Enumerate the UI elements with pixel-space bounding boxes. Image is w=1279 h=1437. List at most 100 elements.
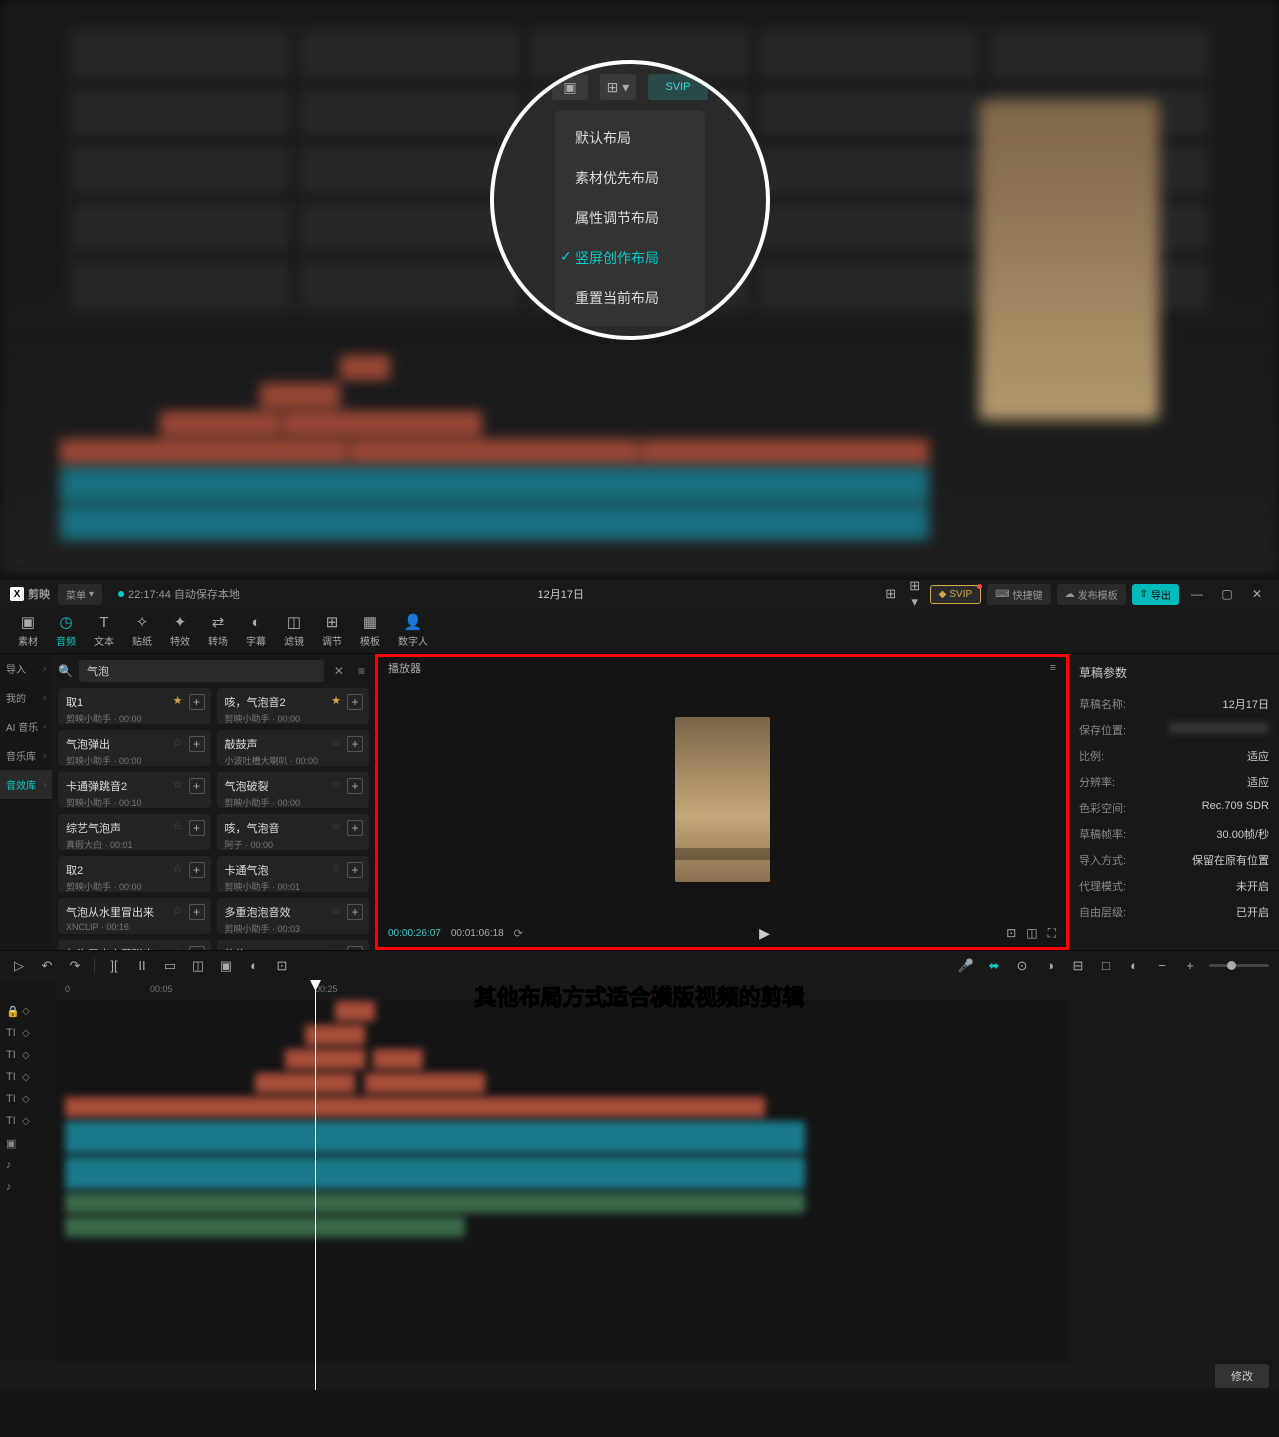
- layout-menu-item-reset[interactable]: 重置当前布局: [555, 278, 705, 318]
- add-asset-button[interactable]: +: [189, 820, 205, 836]
- star-icon[interactable]: ☆: [173, 862, 183, 875]
- preview-menu-icon[interactable]: ≡: [1050, 662, 1056, 674]
- ribbon-tab-音频[interactable]: ◷音频: [48, 609, 84, 652]
- layout-dropdown-icon[interactable]: ⊞ ▾: [600, 74, 636, 100]
- asset-card[interactable]: 卡通弹跳音2 剪映小助手 · 00:10 ☆ +: [58, 772, 211, 808]
- timeline-tool-icon[interactable]: ◐: [245, 958, 263, 973]
- star-icon[interactable]: ☆: [331, 778, 341, 791]
- timeline-tool-icon[interactable]: ◑: [1041, 958, 1059, 973]
- timeline-tool-icon[interactable]: □: [1097, 958, 1115, 973]
- track-header[interactable]: ♪: [0, 1154, 55, 1176]
- star-icon[interactable]: ☆: [331, 904, 341, 917]
- star-icon[interactable]: ☆: [173, 736, 183, 749]
- ribbon-tab-字幕[interactable]: ◐字幕: [238, 610, 274, 652]
- menu-button[interactable]: 菜单 ▾: [58, 584, 102, 605]
- timeline-tracks[interactable]: 0 00:05 00:25: [55, 980, 1069, 1390]
- asset-card[interactable]: 卡通气泡 剪映小助手 · 00:01 ☆ +: [217, 856, 370, 892]
- loop-icon[interactable]: ⟳: [514, 927, 523, 940]
- timeline-tool-icon[interactable]: ▣: [217, 958, 235, 974]
- sidebar-item[interactable]: AI 音乐›: [0, 712, 52, 741]
- star-icon[interactable]: ☆: [331, 820, 341, 833]
- track-header[interactable]: TI◇: [0, 1110, 55, 1132]
- timeline-tool-icon[interactable]: ⬌: [985, 958, 1003, 974]
- asset-card[interactable]: 综艺气泡声 真假大白 · 00:01 ☆ +: [58, 814, 211, 850]
- layout-dropdown-button[interactable]: ⊞ ▾: [906, 578, 924, 610]
- minimize-button[interactable]: —: [1185, 587, 1209, 601]
- layout-menu-item-vertical[interactable]: 竖屏创作布局: [555, 238, 705, 278]
- track-toggle-icon[interactable]: ◇: [22, 1006, 30, 1017]
- layout-menu-item-property[interactable]: 属性调节布局: [555, 198, 705, 238]
- add-asset-button[interactable]: +: [189, 946, 205, 950]
- ribbon-tab-模板[interactable]: ▦模板: [352, 609, 388, 652]
- add-asset-button[interactable]: +: [189, 904, 205, 920]
- track-header[interactable]: ♪: [0, 1176, 55, 1198]
- track-header[interactable]: ▣: [0, 1132, 55, 1154]
- track-toggle-icon[interactable]: ◇: [22, 1116, 30, 1127]
- timeline-tool-icon[interactable]: ⊡: [273, 958, 291, 974]
- track-toggle-icon[interactable]: ◇: [22, 1072, 30, 1083]
- clear-search-button[interactable]: ✕: [330, 664, 348, 678]
- ribbon-tab-素材[interactable]: ▣素材: [10, 609, 46, 652]
- track-header[interactable]: TI◇: [0, 1044, 55, 1066]
- layout-menu-item-default[interactable]: 默认布局: [555, 118, 705, 158]
- ribbon-tab-数字人[interactable]: 👤数字人: [390, 609, 436, 652]
- track-toggle-icon[interactable]: ◇: [22, 1094, 30, 1105]
- publish-template-button[interactable]: ☁发布模板: [1057, 584, 1126, 605]
- asset-card[interactable]: 气泡弹出 剪映小助手 · 00:00 ☆ +: [58, 730, 211, 766]
- asset-card[interactable]: 咳，气泡音2 剪映小助手 · 00:00 ★ +: [217, 688, 370, 724]
- add-asset-button[interactable]: +: [347, 820, 363, 836]
- timeline-tool-icon[interactable]: II: [133, 958, 151, 973]
- export-button[interactable]: ⇧导出: [1132, 584, 1179, 605]
- add-asset-button[interactable]: +: [347, 736, 363, 752]
- timeline-tool-icon[interactable]: ⊟: [1069, 958, 1087, 974]
- asset-card[interactable]: 气泡冒出字幕弹出 XNCLIP · 00:02 ☆ +: [58, 940, 211, 950]
- asset-card[interactable]: 敲鼓声 小波吐槽大喇叭 · 00:00 ☆ +: [217, 730, 370, 766]
- asset-card[interactable]: 气泡从水里冒出来 XNCLIP · 00:16 ☆ +: [58, 898, 211, 934]
- track-header[interactable]: TI◇: [0, 1066, 55, 1088]
- asset-card[interactable]: 礼炮 阿鸡 · 00:01 ☆ +: [217, 940, 370, 950]
- star-icon[interactable]: ☆: [173, 904, 183, 917]
- add-asset-button[interactable]: +: [189, 862, 205, 878]
- preview-canvas[interactable]: [378, 679, 1066, 919]
- asset-card[interactable]: 取2 剪映小助手 · 00:00 ☆ +: [58, 856, 211, 892]
- sort-icon[interactable]: ≡: [354, 664, 369, 678]
- timeline-tool-icon[interactable]: +: [1181, 958, 1199, 973]
- maximize-button[interactable]: ▢: [1215, 587, 1239, 601]
- ribbon-tab-调节[interactable]: ⊞调节: [314, 609, 350, 652]
- sidebar-item[interactable]: 音乐库›: [0, 741, 52, 770]
- layout-menu-item-material[interactable]: 素材优先布局: [555, 158, 705, 198]
- timeline-tool-icon[interactable]: ⊙: [1013, 958, 1031, 974]
- asset-card[interactable]: 气泡破裂 剪映小助手 · 00:00 ☆ +: [217, 772, 370, 808]
- timeline-tool-icon[interactable]: −: [1153, 958, 1171, 973]
- ribbon-tab-贴纸[interactable]: ✧贴纸: [124, 609, 160, 652]
- sidebar-item[interactable]: 音效库›: [0, 770, 52, 799]
- sidebar-item[interactable]: 导入›: [0, 654, 52, 683]
- zoom-slider[interactable]: [1209, 964, 1269, 967]
- add-asset-button[interactable]: +: [347, 778, 363, 794]
- sidebar-item[interactable]: 我的›: [0, 683, 52, 712]
- timeline-tool-icon[interactable]: ↶: [38, 958, 56, 974]
- ribbon-tab-转场[interactable]: ⇄转场: [200, 609, 236, 652]
- layout-view-icon[interactable]: ⊞: [882, 586, 900, 602]
- timeline-tool-icon[interactable]: ▷: [10, 958, 28, 974]
- ribbon-tab-滤镜[interactable]: ◫滤镜: [276, 609, 312, 652]
- search-input[interactable]: [79, 660, 324, 682]
- track-toggle-icon[interactable]: ◇: [22, 1050, 30, 1061]
- star-icon[interactable]: ☆: [331, 736, 341, 749]
- add-asset-button[interactable]: +: [189, 778, 205, 794]
- add-asset-button[interactable]: +: [347, 694, 363, 710]
- add-asset-button[interactable]: +: [347, 946, 363, 950]
- star-icon[interactable]: ☆: [331, 862, 341, 875]
- close-button[interactable]: ✕: [1245, 587, 1269, 601]
- track-header[interactable]: 🔒◇: [0, 1000, 55, 1022]
- fullscreen-icon[interactable]: ⛶: [1048, 926, 1056, 941]
- track-header[interactable]: TI◇: [0, 1088, 55, 1110]
- timeline-tool-icon[interactable]: ][: [105, 958, 123, 973]
- star-icon[interactable]: ☆: [173, 820, 183, 833]
- star-icon[interactable]: ☆: [173, 946, 183, 950]
- ribbon-tab-特效[interactable]: ✦特效: [162, 609, 198, 652]
- ribbon-tab-文本[interactable]: T文本: [86, 610, 122, 652]
- add-asset-button[interactable]: +: [189, 694, 205, 710]
- star-icon[interactable]: ★: [331, 694, 341, 707]
- svip-button[interactable]: ◆SVIP: [930, 585, 982, 604]
